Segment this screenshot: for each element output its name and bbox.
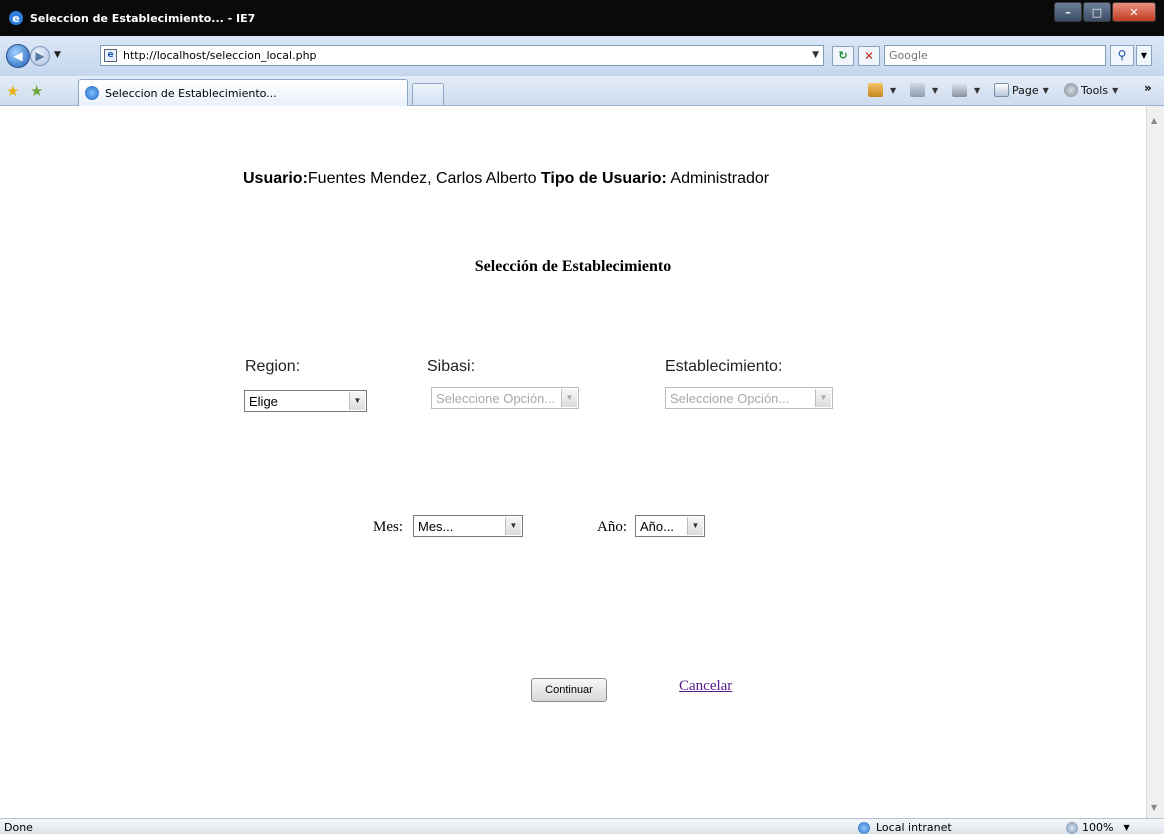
chevron-overflow-icon[interactable]: » — [1144, 81, 1152, 95]
search-input[interactable] — [885, 46, 1075, 65]
sibasi-label: Sibasi: — [427, 358, 476, 375]
feeds-dropdown-icon[interactable]: ▼ — [932, 86, 938, 95]
cancel-link[interactable]: Cancelar — [679, 678, 732, 695]
home-button[interactable]: ▼ — [868, 83, 896, 97]
add-favorite-icon[interactable]: ★ — [30, 82, 43, 100]
tools-dropdown-icon: ▼ — [1112, 85, 1119, 95]
establecimiento-select-value: Seleccione Opción... — [670, 391, 790, 406]
address-toolbar: ◀ ▶ ▼ e http://localhost/seleccion_local… — [0, 36, 1164, 76]
continue-button[interactable]: Continuar — [531, 678, 607, 702]
user-name: Fuentes Mendez, Carlos Alberto — [307, 170, 537, 187]
new-tab-button[interactable] — [412, 83, 444, 105]
mes-label: Mes: — [373, 519, 403, 535]
search-button[interactable]: ⚲ — [1110, 45, 1134, 66]
region-select-value: Elige — [249, 394, 278, 409]
chevron-down-icon[interactable]: ▼ — [815, 389, 831, 407]
mes-select-value: Mes... — [418, 519, 454, 534]
back-arrow-icon: ◀ — [13, 49, 23, 63]
zoom-level: 100% — [1082, 821, 1114, 834]
page-title: Selección de Establecimiento — [474, 258, 672, 275]
feeds-button[interactable]: ▼ — [910, 83, 938, 97]
minimize-button[interactable]: – — [1054, 2, 1082, 22]
forward-arrow-icon: ▶ — [35, 49, 45, 63]
feeds-icon — [910, 83, 925, 97]
printer-icon — [952, 83, 967, 97]
anio-label: Año: — [597, 519, 627, 535]
page-menu-label: Page — [1012, 83, 1039, 97]
stop-button[interactable]: ✕ — [858, 46, 880, 66]
window-title-bar: e Seleccion de Establecimiento... - IE7 … — [0, 0, 1164, 36]
page-dropdown-icon: ▼ — [1042, 85, 1049, 95]
establecimiento-select[interactable]: Seleccione Opción... ▼ — [665, 387, 833, 409]
search-icon: ⚲ — [1117, 48, 1127, 62]
security-zone[interactable]: Local intranet — [858, 821, 952, 834]
close-button[interactable]: ✕ — [1112, 2, 1156, 22]
url-text[interactable]: http://localhost/seleccion_local.php — [123, 49, 317, 62]
page-icon: e — [104, 49, 117, 62]
zoom-control[interactable]: 100% ▼ — [1066, 821, 1130, 834]
address-input[interactable]: e http://localhost/seleccion_local.php ▼ — [100, 45, 824, 66]
zoom-icon — [1066, 821, 1078, 834]
user-info: Usuario:Fuentes Mendez, Carlos Alberto T… — [243, 170, 769, 188]
anio-select-value: Año... — [640, 519, 674, 534]
chevron-down-icon[interactable]: ▼ — [561, 389, 577, 407]
tab-label: Seleccion de Establecimiento... — [105, 87, 277, 100]
vertical-scrollbar[interactable]: ▲ ▼ — [1146, 106, 1164, 818]
user-type-label: Tipo de Usuario: — [540, 170, 667, 187]
tools-menu[interactable]: Tools ▼ — [1064, 83, 1118, 97]
region-label: Region: — [245, 358, 301, 375]
sibasi-select[interactable]: Seleccione Opción... ▼ — [431, 387, 579, 409]
page-content: Usuario:Fuentes Mendez, Carlos Alberto T… — [0, 106, 1146, 818]
user-type: Administrador — [670, 170, 770, 187]
globe-icon — [858, 821, 870, 834]
sibasi-select-value: Seleccione Opción... — [436, 391, 556, 406]
anio-select[interactable]: Año... ▼ — [635, 515, 705, 537]
chevron-down-icon[interactable]: ▼ — [687, 517, 703, 535]
forward-button[interactable]: ▶ — [30, 46, 50, 66]
gear-icon — [1064, 83, 1078, 97]
address-dropdown-icon[interactable]: ▼ — [812, 50, 819, 60]
page-menu[interactable]: Page ▼ — [994, 83, 1049, 97]
status-text: Done — [4, 821, 33, 834]
home-icon — [868, 83, 883, 97]
print-button[interactable]: ▼ — [952, 83, 980, 97]
favorites-star-icon[interactable]: ★ — [6, 82, 19, 100]
history-dropdown-icon[interactable]: ▼ — [54, 50, 61, 60]
window-controls: – □ ✕ — [1053, 2, 1156, 22]
print-dropdown-icon[interactable]: ▼ — [974, 86, 980, 95]
internet-explorer-icon: e — [9, 11, 23, 25]
establecimiento-label: Establecimiento: — [665, 358, 783, 375]
chevron-down-icon[interactable]: ▼ — [349, 392, 365, 410]
scroll-up-icon[interactable]: ▲ — [1151, 116, 1157, 125]
zoom-dropdown-icon[interactable]: ▼ — [1123, 823, 1129, 832]
user-label: Usuario: — [243, 170, 308, 187]
home-dropdown-icon[interactable]: ▼ — [890, 86, 896, 95]
back-button[interactable]: ◀ — [6, 44, 30, 68]
page-menu-icon — [994, 83, 1009, 97]
tab-ie-icon — [85, 86, 99, 100]
svg-text:e: e — [12, 12, 19, 25]
scroll-down-icon[interactable]: ▼ — [1151, 803, 1157, 812]
window-title: Seleccion de Establecimiento... - IE7 — [30, 12, 256, 25]
status-bar: Done Local intranet 100% ▼ — [0, 818, 1164, 834]
region-select[interactable]: Elige ▼ — [244, 390, 367, 412]
tab-bar: ★ ★ Seleccion de Establecimiento... ▼ ▼ … — [0, 76, 1164, 106]
mes-select[interactable]: Mes... ▼ — [413, 515, 523, 537]
maximize-button[interactable]: □ — [1083, 2, 1111, 22]
refresh-button[interactable]: ↻ — [832, 46, 854, 66]
zone-label: Local intranet — [876, 821, 952, 834]
tools-menu-label: Tools — [1081, 83, 1109, 97]
tab-active[interactable]: Seleccion de Establecimiento... — [78, 79, 408, 106]
chevron-down-icon[interactable]: ▼ — [505, 517, 521, 535]
search-options-dropdown[interactable]: ▼ — [1136, 45, 1152, 66]
search-box[interactable] — [884, 45, 1106, 66]
